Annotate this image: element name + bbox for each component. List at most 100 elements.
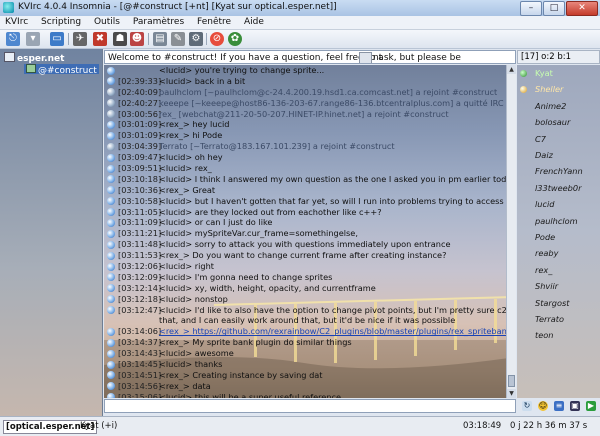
message-icon [107,284,115,293]
chat-message: [03:14:56] <rex_> data [104,381,510,392]
multiline-icon[interactable]: ≡ [554,401,564,411]
message-timestamp: [03:00:56] [118,108,162,119]
userlist-nick: Daiz [535,150,553,160]
command-icon[interactable]: ▣ [570,401,580,411]
userlist-item[interactable]: Anime2 [517,100,600,112]
options-icon[interactable]: ✈ [73,32,87,46]
userlist-nick: C7 [535,133,546,144]
chat-view[interactable]: <lucid> you're trying to change sprite..… [104,65,516,398]
message-text: <lucid> I'd like to also have the option… [159,304,510,315]
userlist-item[interactable]: teon [517,329,600,341]
message-icon [107,360,115,369]
menu-kvirc[interactable]: KVIrc [0,16,33,29]
scroll-thumb[interactable] [508,375,515,387]
scripting-icon[interactable]: ✖ [93,32,107,46]
op-status-icon [520,70,527,77]
message-icon [107,295,115,304]
server-icon[interactable]: ▤ [153,32,167,46]
menu-aide[interactable]: Aide [239,16,269,29]
chat-message: [03:00:56] rex_ [webchat@211-20-50-207.HI… [104,109,510,120]
chat-scrollbar[interactable]: ▲ ▼ [506,65,516,398]
message-text: <rex_> My sprite bank plugin do similar … [159,337,352,348]
topic-text: Welcome to #construct! If you have a que… [108,53,461,63]
userlist-item[interactable]: Sheller [517,83,600,95]
topic-edit-button[interactable] [359,52,372,63]
scroll-down-arrow-icon[interactable]: ▼ [507,389,516,398]
message-icon [107,327,115,336]
ban-icon[interactable]: ☗ [113,32,127,46]
message-text: <lucid> nonstop [159,293,228,304]
userlist-item[interactable]: Stargost [517,297,600,309]
userlist-nick: teon [535,330,554,341]
users-icon[interactable]: ☻ [130,32,144,46]
chat-message: [03:11:21] <lucid> mySpriteVar.cur_frame=… [104,228,510,239]
chat-message: [03:11:09] <lucid> or can I just do like [104,217,510,228]
menu-scripting[interactable]: Scripting [36,16,86,29]
status-nick: Kyat (+i) [80,421,118,431]
message-icon [107,208,115,217]
message-input[interactable] [104,399,516,413]
message-icon [107,382,115,391]
new-window-icon[interactable]: ▭ [50,32,64,46]
smiley-icon[interactable]: ☺ [538,401,548,411]
message-icon [107,240,115,249]
status-uptime: 0 j 22 h 36 m 37 s [510,421,588,431]
userlist-nick: bolosaur [535,117,571,128]
history-icon[interactable]: ↻ [522,401,532,411]
userlist-item[interactable]: paulhclom [517,215,600,227]
userlist-item[interactable]: reaby [517,247,600,259]
toolbar-separator [68,33,69,45]
topic-bar[interactable]: Welcome to #construct! If you have a que… [104,50,516,64]
menu-parametres[interactable]: Paramètres [128,16,189,29]
userlist-item[interactable]: FrenchYann [517,165,600,177]
scroll-up-arrow-icon[interactable]: ▲ [507,65,516,74]
close-button[interactable]: ✕ [566,1,598,16]
userlist-item[interactable]: rex_ [517,264,600,276]
minimize-button[interactable]: – [520,1,542,16]
chat-message: [03:14:06] <rex_> https://github.com/rexr… [104,326,510,337]
disconnect-icon[interactable]: ▾ [26,32,40,46]
message-timestamp: [03:14:06] [118,326,162,337]
userlist-item[interactable]: Kyat [517,67,600,79]
send-icon[interactable]: ▶ [586,401,596,411]
message-link[interactable]: <rex_> https://github.com/rexrainbow/C2_… [159,326,510,337]
channel-node[interactable]: @#construct [24,64,99,76]
title-bar[interactable]: KVIrc 4.0.4 Insomnia - [@#construct [+nt… [0,0,600,17]
userlist-item[interactable]: C7 [517,133,600,145]
server-node[interactable]: esper.net [4,52,64,64]
away-icon[interactable]: ✿ [228,32,242,46]
server-event-icon [107,88,115,97]
help-icon[interactable]: ⊘ [210,32,224,46]
message-icon [107,153,115,162]
userlist-item[interactable]: lucid [517,198,600,210]
message-text: Terrato [~Terrato@183.167.101.239] a rej… [159,141,395,152]
main-toolbar: ⎋ ▾ ▭ ✈ ✖ ☗ ☻ ▤ ✎ ⚙ ⊘ ✿ [0,30,600,49]
message-timestamp: [03:12:18] [118,293,162,304]
chat-message: [02:39:33] <lucid> back in a bit [104,76,510,87]
userlist-item[interactable]: Daiz [517,149,600,161]
connect-icon[interactable]: ⎋ [6,32,20,46]
message-timestamp: [02:40:27] [118,97,162,108]
maximize-button[interactable]: □ [543,1,565,16]
server-event-icon [107,99,115,108]
chat-message: [03:12:14] <lucid> xy, width, height, opa… [104,283,510,294]
userlist-item[interactable]: Terrato [517,313,600,325]
chat-message: [03:12:18] <lucid> nonstop [104,294,510,305]
message-text: <lucid> rex_ [159,163,212,174]
userlist-item[interactable]: bolosaur [517,116,600,128]
tools-icon[interactable]: ✎ [171,32,185,46]
message-timestamp: [03:12:47] [118,304,162,315]
chat-message: [03:11:05] <lucid> are they locked out fr… [104,207,510,218]
userlist-item[interactable]: Pode [517,231,600,243]
message-timestamp: [03:15:06] [118,391,162,398]
message-text: <rex_> Do you want to change current fra… [159,250,447,261]
message-icon [107,306,115,315]
userlist-item[interactable]: Shviir [517,280,600,292]
message-timestamp: [03:12:14] [118,282,162,293]
userlist-item[interactable]: l33tweeb0r [517,182,600,194]
config-icon[interactable]: ⚙ [189,32,203,46]
menu-fenetre[interactable]: Fenêtre [192,16,236,29]
message-text: <rex_> hi Pode [159,130,223,141]
menu-outils[interactable]: Outils [89,16,125,29]
message-timestamp: [03:11:53] [118,250,162,261]
